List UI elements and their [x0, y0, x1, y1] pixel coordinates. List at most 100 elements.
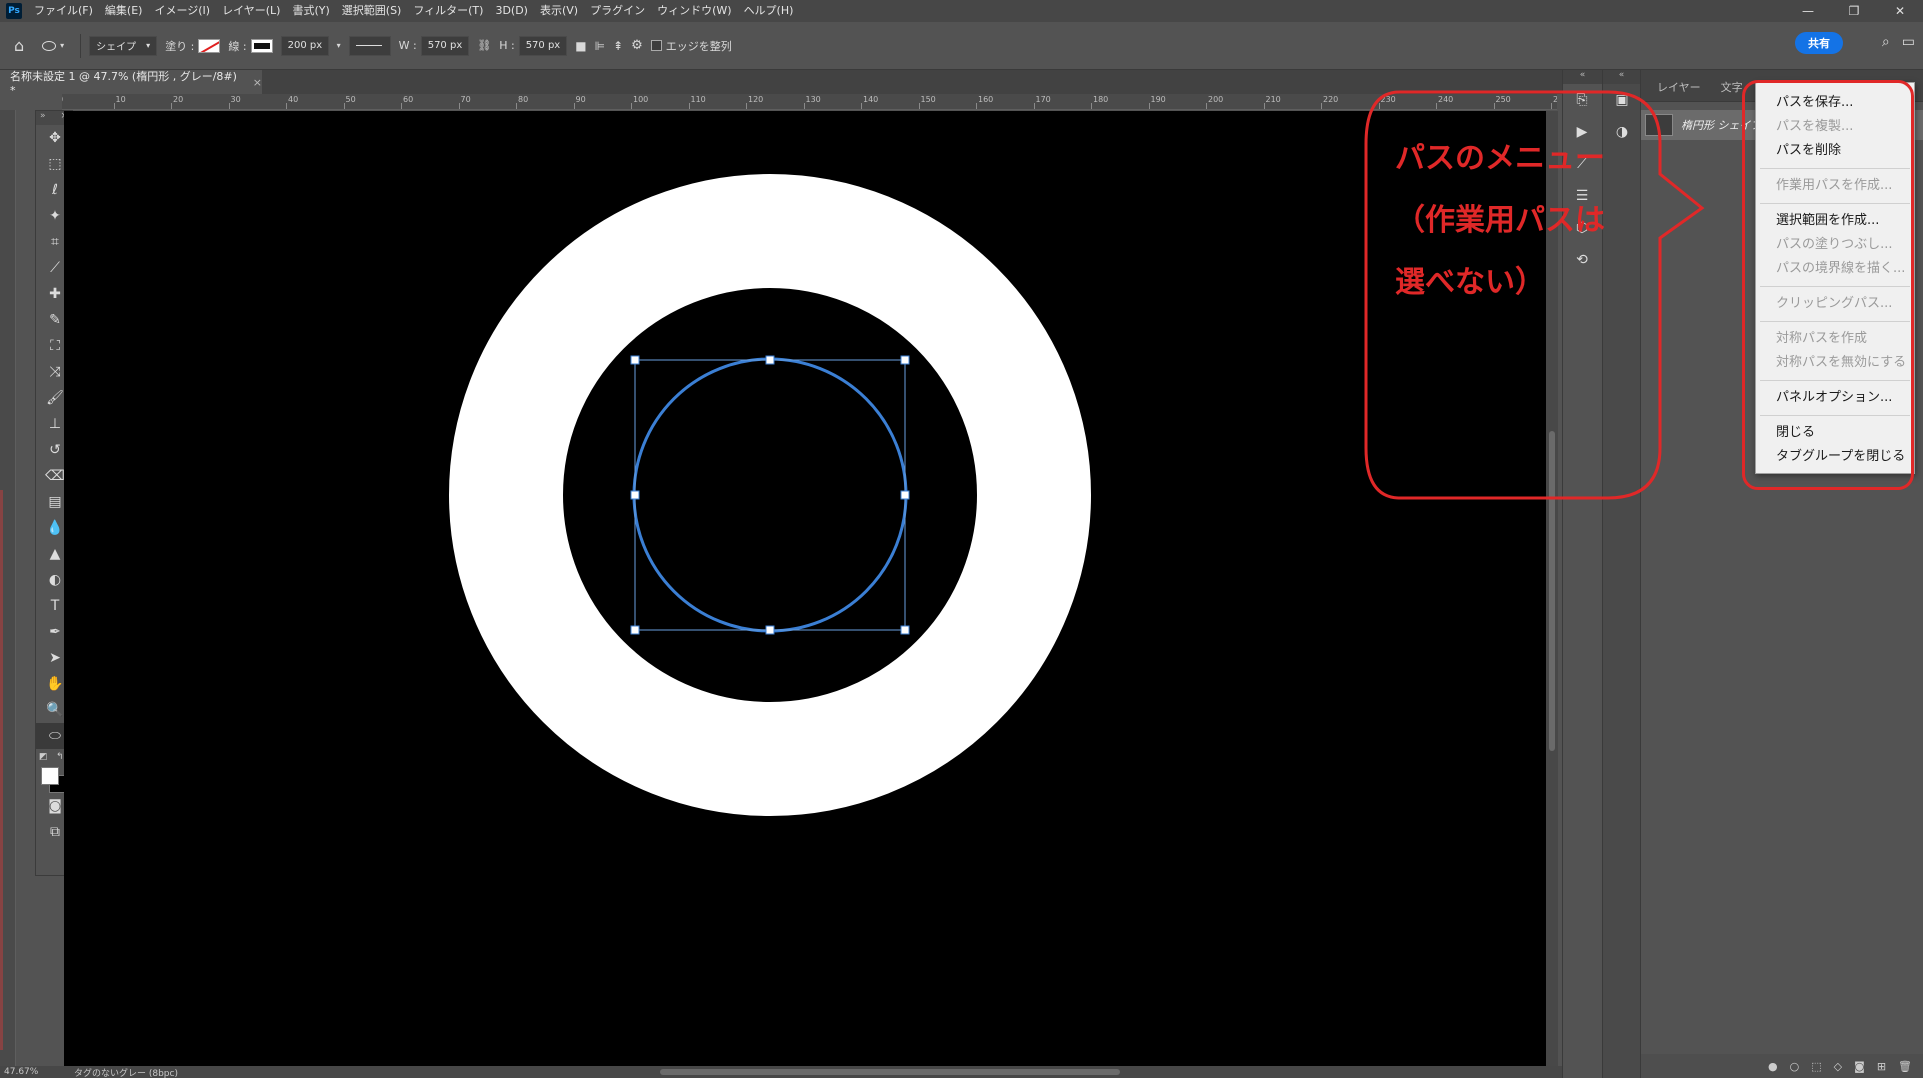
- ruler-tick: [631, 103, 632, 109]
- ruler-label: 10: [115, 95, 126, 104]
- ruler-label: 180: [1093, 95, 1109, 104]
- close-icon[interactable]: ×: [253, 76, 262, 89]
- align-edges-checkbox[interactable]: エッジを整列: [650, 38, 732, 54]
- trash-icon[interactable]: 🗑: [1898, 1060, 1912, 1073]
- zoom-level[interactable]: 47.67%: [4, 1067, 74, 1077]
- ruler-tick: [861, 103, 862, 109]
- handle-top-left[interactable]: [630, 355, 640, 365]
- stroke-type-select[interactable]: [348, 35, 391, 56]
- annotation-text: パスのメニュー （作業用パスは 選べない）: [1395, 128, 1605, 314]
- ruler-tick: [746, 103, 747, 109]
- ruler-label: 70: [460, 95, 471, 104]
- path-alignment-icon[interactable]: ⊫: [595, 39, 605, 53]
- ruler-tick: [1033, 103, 1035, 109]
- handle-bottom-left[interactable]: [630, 625, 640, 635]
- handle-top-center[interactable]: [765, 355, 775, 365]
- canvas[interactable]: [64, 111, 1546, 1068]
- fill-path-icon[interactable]: ●: [1768, 1060, 1778, 1073]
- path-operations-icon[interactable]: ■: [575, 39, 586, 53]
- close-button[interactable]: ✕: [1877, 0, 1923, 22]
- menu-item[interactable]: 表示(V): [534, 0, 584, 22]
- selected-ellipse-path[interactable]: [632, 357, 908, 633]
- stroke-control[interactable]: 線 :: [228, 38, 273, 54]
- horizontal-scrollbar-thumb[interactable]: [660, 1069, 1120, 1075]
- path-arrangement-icon[interactable]: ⇞: [613, 39, 623, 53]
- document-profile[interactable]: タグのないグレー (8bpc): [74, 1066, 178, 1078]
- height-input[interactable]: 570 px: [518, 35, 568, 56]
- annotation-line: パスのメニュー: [1395, 141, 1605, 176]
- ruler-tick: [343, 103, 345, 109]
- menu-item[interactable]: 編集(E): [99, 0, 149, 22]
- menu-item[interactable]: レイヤー(L): [216, 0, 286, 22]
- document-tab-bar: 名称未設定 1 @ 47.7% (楕円形 , グレー/8#) * ×: [0, 70, 1562, 97]
- ruler-tick: [1263, 103, 1265, 109]
- stroke-label: 線 :: [228, 39, 247, 53]
- menu-item[interactable]: ウィンドウ(W): [651, 0, 737, 22]
- stroke-swatch[interactable]: [250, 38, 273, 53]
- checkbox-box[interactable]: [650, 40, 662, 51]
- document-tab[interactable]: 名称未設定 1 @ 47.7% (楕円形 , グレー/8#) * ×: [0, 70, 262, 97]
- ruler-vertical[interactable]: [0, 110, 16, 1068]
- ruler-tick: [803, 103, 805, 109]
- ruler-horizontal[interactable]: 0 10 20 30 40 50 60 70 80 90 100 110 120 130 140 150 160…: [62, 94, 1557, 110]
- stroke-width-input[interactable]: 200 px: [280, 35, 329, 56]
- mode-select[interactable]: シェイプ ▾: [89, 35, 158, 56]
- search-icon[interactable]: ⌕: [1882, 34, 1890, 50]
- ruler-label: 80: [518, 95, 529, 104]
- ruler-tick: [228, 103, 230, 109]
- default-colors-icon[interactable]: ◩: [39, 752, 48, 762]
- stroke-width-chevron-icon[interactable]: ▾: [337, 41, 341, 50]
- ruler-tick: [1206, 103, 1207, 109]
- expand-icon[interactable]: »: [40, 111, 46, 125]
- options-bar: ⌂ ▾ シェイプ ▾ 塗り : 線 : 200 px ▾ W :570 px ⛓ …: [0, 22, 1923, 70]
- ruler-label: 200: [1208, 95, 1224, 104]
- handle-bottom-right[interactable]: [900, 625, 910, 635]
- menu-item[interactable]: イメージ(I): [148, 0, 216, 22]
- make-work-path-icon[interactable]: ◇: [1834, 1060, 1842, 1073]
- width-input[interactable]: 570 px: [420, 35, 470, 56]
- ruler-label: 160: [978, 95, 994, 104]
- handle-top-right[interactable]: [900, 355, 910, 365]
- fill-control[interactable]: 塗り :: [165, 38, 221, 54]
- ellipse-icon: [42, 40, 57, 51]
- dock-collapse-icon[interactable]: «: [1563, 70, 1602, 84]
- ruler-label: 40: [288, 95, 299, 104]
- w-control: W :570 px: [399, 35, 470, 56]
- menu-item[interactable]: フィルター(T): [407, 0, 489, 22]
- ruler-label: 170: [1035, 95, 1051, 104]
- handle-middle-right[interactable]: [900, 490, 910, 500]
- gear-icon[interactable]: ⚙: [631, 38, 643, 53]
- status-bar: 47.67% タグのないグレー (8bpc): [0, 1066, 1562, 1078]
- handle-middle-left[interactable]: [630, 490, 640, 500]
- link-icon[interactable]: ⛓: [477, 39, 491, 52]
- ruler-tick: [401, 103, 402, 109]
- ruler-tick: [171, 103, 172, 109]
- workspace-icon[interactable]: ▭: [1902, 34, 1915, 50]
- menu-item[interactable]: 書式(Y): [286, 0, 335, 22]
- add-mask-icon[interactable]: ◙: [1854, 1060, 1865, 1073]
- menu-item[interactable]: 選択範囲(S): [336, 0, 408, 22]
- annotation-line: 選べない）: [1395, 265, 1545, 300]
- fill-swatch[interactable]: [198, 38, 221, 53]
- menu-item[interactable]: 3D(D): [489, 0, 534, 22]
- home-icon[interactable]: ⌂: [14, 36, 24, 55]
- ruler-label: 90: [575, 95, 586, 104]
- window-controls: — ❐ ✕: [1785, 0, 1923, 22]
- minimize-button[interactable]: —: [1785, 0, 1831, 22]
- new-path-icon[interactable]: ⊞: [1877, 1060, 1886, 1073]
- swap-colors-icon[interactable]: ↰: [56, 752, 64, 762]
- ruler-label: 150: [920, 95, 936, 104]
- dock-collapse-icon[interactable]: «: [1603, 70, 1640, 84]
- ruler-tick: [516, 103, 517, 109]
- restore-button[interactable]: ❐: [1831, 0, 1877, 22]
- foreground-color-swatch[interactable]: [41, 767, 59, 785]
- menu-items: ファイル(F) 編集(E) イメージ(I) レイヤー(L) 書式(Y) 選択範囲(S) フィ…: [28, 0, 799, 22]
- menu-item[interactable]: ファイル(F): [28, 0, 99, 22]
- load-selection-icon[interactable]: ⬚: [1811, 1060, 1821, 1073]
- menu-item[interactable]: ヘルプ(H): [738, 0, 800, 22]
- share-button[interactable]: 共有: [1795, 32, 1843, 54]
- handle-bottom-center[interactable]: [765, 625, 775, 635]
- stroke-path-icon[interactable]: ○: [1790, 1060, 1800, 1073]
- ellipse-tool-preset[interactable]: ▾: [42, 40, 64, 51]
- menu-item[interactable]: プラグイン: [584, 0, 651, 22]
